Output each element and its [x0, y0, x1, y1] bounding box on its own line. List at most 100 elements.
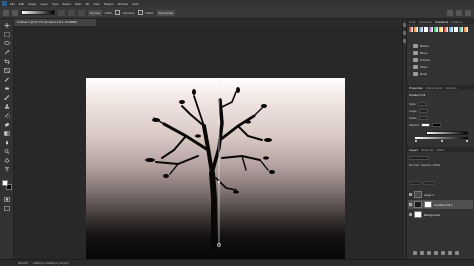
menu-select[interactable]: Select — [62, 2, 70, 6]
layer-mask-thumbnail[interactable] — [424, 201, 432, 208]
layer-row[interactable]: Layer 1 — [408, 190, 473, 199]
gradient-swatch[interactable] — [449, 27, 453, 32]
gradient-swatch[interactable] — [409, 27, 413, 32]
layer-row[interactable]: Gradient Fill 1 — [408, 200, 473, 209]
property-angle-row[interactable]: Angle — [409, 108, 472, 113]
brush-tool-icon[interactable] — [4, 95, 10, 100]
share-icon[interactable] — [465, 9, 471, 16]
home-icon[interactable] — [3, 9, 9, 16]
eye-icon[interactable] — [409, 193, 412, 196]
property-method-row[interactable]: Method — [409, 122, 472, 127]
gradient-group-purples[interactable]: › Purples — [409, 57, 472, 63]
tab-properties[interactable]: Properties — [409, 86, 423, 90]
angle-field[interactable] — [418, 108, 428, 113]
layer-row[interactable]: Background — [408, 210, 473, 219]
type-tool-icon[interactable] — [4, 167, 10, 172]
clone-stamp-tool-icon[interactable] — [4, 104, 10, 109]
zoom-level[interactable]: 66.67% — [18, 261, 28, 265]
style-field[interactable] — [417, 101, 427, 106]
gradient-swatch[interactable] — [419, 27, 423, 32]
tab-swatches[interactable]: Swatches — [419, 20, 432, 24]
dodge-tool-icon[interactable] — [4, 149, 10, 154]
link-icon[interactable] — [413, 251, 417, 255]
midpoint-stop[interactable] — [441, 140, 443, 142]
gradient-swatch[interactable] — [444, 27, 448, 32]
angle-gradient-icon[interactable] — [78, 9, 85, 16]
quick-mask-icon[interactable] — [4, 197, 10, 202]
gradient-swatch[interactable] — [424, 27, 428, 32]
tab-paths[interactable]: Paths — [437, 148, 445, 152]
gradient-swatch[interactable] — [464, 27, 468, 32]
mode-dropdown[interactable]: Normal — [88, 9, 102, 16]
menu-view[interactable]: View — [93, 2, 99, 6]
document-workspace[interactable] — [14, 26, 402, 262]
menu-filter[interactable]: Filter — [75, 2, 82, 6]
healing-brush-tool-icon[interactable] — [4, 86, 10, 91]
marquee-tool-icon[interactable] — [4, 32, 10, 37]
color-swatches[interactable] — [2, 180, 12, 190]
method-dropdown[interactable]: Perceptual — [156, 9, 175, 16]
search-icon[interactable] — [447, 9, 453, 16]
gradient-tool-icon[interactable] — [4, 131, 10, 136]
tab-adjustments[interactable]: Adjustments — [426, 86, 443, 90]
menu-edit[interactable]: Edit — [19, 2, 24, 6]
scale-field[interactable] — [418, 115, 428, 120]
tab-color[interactable]: Color — [409, 20, 416, 24]
gradient-start-color[interactable] — [421, 122, 431, 127]
tab-channels[interactable]: Channels — [421, 148, 434, 152]
radial-gradient-icon[interactable] — [68, 9, 75, 16]
dither-checkbox[interactable] — [137, 10, 143, 15]
tab-layers[interactable]: Layers — [409, 148, 418, 152]
lock-controls[interactable] — [409, 181, 421, 185]
foreground-color-swatch[interactable] — [2, 180, 8, 186]
gradient-swatch[interactable] — [459, 27, 463, 32]
eyedropper-tool-icon[interactable] — [4, 77, 10, 82]
color-stop[interactable] — [466, 140, 468, 142]
eye-icon[interactable] — [409, 203, 412, 206]
frame-tool-icon[interactable] — [4, 68, 10, 73]
gradient-swatch[interactable] — [429, 27, 433, 32]
gradient-tool-icon[interactable] — [12, 9, 18, 16]
quick-selection-tool-icon[interactable] — [4, 50, 10, 55]
move-tool-icon[interactable] — [4, 23, 10, 28]
pen-tool-icon[interactable] — [4, 158, 10, 163]
tab-gradients[interactable]: Gradients — [435, 20, 448, 24]
gradient-end-color[interactable] — [432, 122, 442, 127]
gradient-swatch[interactable] — [454, 27, 458, 32]
gradient-swatch[interactable] — [434, 27, 438, 32]
gradient-preview[interactable] — [426, 131, 468, 135]
linear-gradient-icon[interactable] — [58, 9, 65, 16]
gradient-picker[interactable] — [21, 10, 55, 15]
tab-libraries[interactable]: Libraries — [445, 86, 457, 90]
document-canvas[interactable] — [86, 78, 345, 262]
layer-opacity[interactable]: Opacity: 100% — [421, 163, 441, 167]
gradient-swatch[interactable] — [439, 27, 443, 32]
gradient-swatch[interactable] — [414, 27, 418, 32]
menu-file[interactable]: File — [10, 2, 15, 6]
layer-filter[interactable] — [409, 155, 429, 160]
history-brush-tool-icon[interactable] — [4, 113, 10, 118]
gradient-group-basics[interactable]: › Basics — [409, 43, 472, 49]
crop-tool-icon[interactable] — [4, 59, 10, 64]
property-style-row[interactable]: Style — [409, 101, 472, 106]
eye-icon[interactable] — [409, 213, 412, 216]
fill-control[interactable] — [423, 181, 435, 185]
adjustment-icon[interactable] — [434, 251, 438, 255]
new-layer-icon[interactable] — [448, 251, 452, 255]
eraser-tool-icon[interactable] — [4, 122, 10, 127]
menu-help[interactable]: Help — [132, 2, 138, 6]
workspace-icon[interactable] — [456, 9, 462, 16]
blend-mode-dropdown[interactable]: Normal — [409, 163, 419, 167]
lasso-tool-icon[interactable] — [4, 41, 10, 46]
menu-plugins[interactable]: Plugins — [104, 2, 114, 6]
opacity-field[interactable]: 100% — [105, 11, 113, 15]
photoshop-logo-icon[interactable] — [2, 1, 7, 6]
screen-mode-icon[interactable] — [4, 206, 10, 211]
gradient-ramp[interactable] — [415, 137, 468, 139]
gradient-group-pinks[interactable]: › Pinks — [409, 64, 472, 70]
folder-icon[interactable] — [441, 251, 445, 255]
color-stop[interactable] — [415, 140, 417, 142]
property-scale-row[interactable]: Scale — [409, 115, 472, 120]
tab-patterns[interactable]: Patterns — [451, 20, 462, 24]
menu-window[interactable]: Window — [118, 2, 129, 6]
